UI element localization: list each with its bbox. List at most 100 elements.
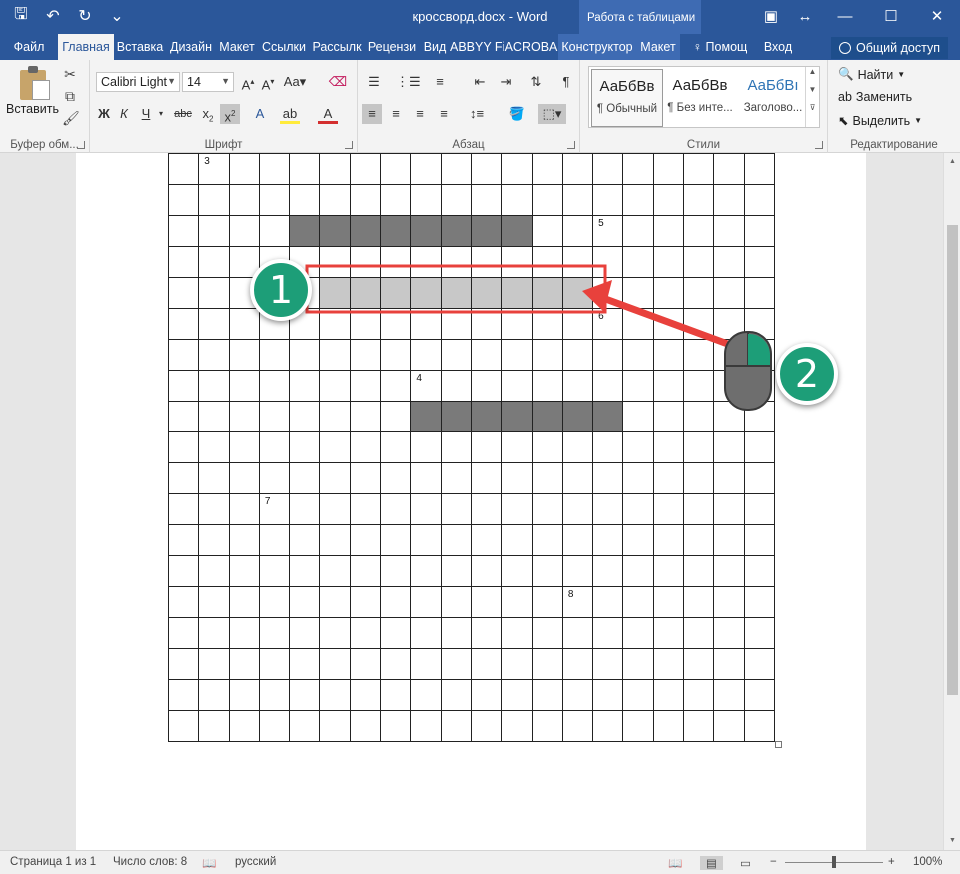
minimize-button[interactable]: —: [822, 0, 868, 32]
crossword-cell[interactable]: 6: [592, 307, 624, 340]
crossword-cell[interactable]: [713, 276, 745, 309]
crossword-cell[interactable]: [652, 214, 685, 247]
zoom-out-icon[interactable]: −: [770, 856, 777, 868]
crossword-cell[interactable]: [592, 338, 624, 371]
crossword-cell[interactable]: [501, 524, 533, 557]
tab-дизайн[interactable]: Дизайн: [166, 34, 216, 60]
crossword-cell[interactable]: [380, 245, 412, 278]
crossword-cell[interactable]: [501, 586, 533, 619]
crossword-cell[interactable]: [743, 276, 776, 309]
page-count[interactable]: Страница 1 из 1: [10, 856, 96, 868]
crossword-cell[interactable]: [289, 617, 321, 649]
style-heading[interactable]: АаБбВı Заголово...: [737, 69, 809, 127]
crossword-cell[interactable]: [531, 153, 563, 185]
crossword-cell[interactable]: [167, 183, 200, 216]
crossword-cell[interactable]: [713, 400, 745, 433]
crossword-cell[interactable]: [743, 586, 776, 619]
clipboard-launcher-icon[interactable]: [77, 141, 85, 149]
crossword-cell[interactable]: [440, 214, 472, 247]
crossword-cell[interactable]: [622, 183, 654, 216]
crossword-cell[interactable]: [258, 524, 291, 557]
scroll-up-icon[interactable]: ▲: [944, 155, 960, 169]
crossword-cell[interactable]: [319, 709, 351, 742]
format-painter-icon[interactable]: 🖌: [62, 110, 80, 126]
crossword-cell[interactable]: [289, 493, 321, 526]
crossword-cell[interactable]: [440, 400, 472, 433]
subscript-icon[interactable]: x2: [198, 104, 218, 124]
crossword-cell[interactable]: [167, 307, 200, 340]
crossword-cell[interactable]: [622, 524, 654, 557]
crossword-cell[interactable]: [319, 678, 351, 711]
crossword-cell[interactable]: [592, 678, 624, 711]
font-size-combo[interactable]: 14 ▼: [182, 72, 234, 92]
align-center-icon[interactable]: ≡: [386, 104, 406, 124]
crossword-cell[interactable]: [410, 524, 442, 557]
italic-icon[interactable]: К: [114, 104, 134, 124]
crossword-cell[interactable]: [198, 183, 230, 216]
tab-макет[interactable]: Макет: [636, 34, 680, 60]
crossword-cell[interactable]: [198, 493, 230, 526]
crossword-cell[interactable]: [561, 214, 594, 247]
crossword-cell[interactable]: [349, 369, 382, 402]
crossword-cell[interactable]: [470, 214, 503, 247]
crossword-cell[interactable]: [258, 586, 291, 619]
crossword-cell[interactable]: [561, 709, 594, 742]
crossword-cell[interactable]: [743, 555, 776, 588]
scrollbar-thumb[interactable]: [947, 225, 958, 695]
crossword-cell[interactable]: [198, 307, 230, 340]
crossword-cell[interactable]: [349, 245, 382, 278]
crossword-cell[interactable]: [410, 586, 442, 619]
crossword-cell[interactable]: [167, 431, 200, 464]
crossword-cell[interactable]: [349, 214, 382, 247]
crossword-cell[interactable]: [683, 462, 715, 495]
crossword-cell[interactable]: [470, 586, 503, 619]
crossword-cell[interactable]: [652, 524, 685, 557]
style-normal[interactable]: АаБбВв ¶ Обычный: [591, 69, 663, 127]
read-mode-icon[interactable]: 📖: [668, 856, 682, 870]
crossword-cell[interactable]: [228, 648, 260, 680]
crossword-cell[interactable]: [440, 678, 472, 711]
crossword-cell[interactable]: [622, 400, 654, 433]
tab-помощ[interactable]: ♀ Помощ: [680, 34, 760, 60]
crossword-cell[interactable]: [228, 678, 260, 711]
crossword-cell[interactable]: [319, 307, 351, 340]
crossword-cell[interactable]: [592, 586, 624, 619]
crossword-cell[interactable]: [561, 678, 594, 711]
crossword-cell[interactable]: [531, 245, 563, 278]
crossword-cell[interactable]: [440, 709, 472, 742]
crossword-cell[interactable]: [167, 153, 200, 185]
crossword-cell[interactable]: [592, 493, 624, 526]
crossword-cell[interactable]: [380, 431, 412, 464]
crossword-cell[interactable]: [561, 648, 594, 680]
crossword-cell[interactable]: [380, 462, 412, 495]
crossword-cell[interactable]: [470, 153, 503, 185]
crossword-cell[interactable]: [198, 245, 230, 278]
tab-главная[interactable]: Главная: [58, 34, 114, 60]
crossword-cell[interactable]: [167, 276, 200, 309]
crossword-cell[interactable]: [561, 245, 594, 278]
crossword-cell[interactable]: [713, 369, 745, 402]
crossword-cell[interactable]: [501, 648, 533, 680]
crossword-cell[interactable]: [258, 462, 291, 495]
crossword-cell[interactable]: [410, 462, 442, 495]
crossword-cell[interactable]: [501, 369, 533, 402]
crossword-cell[interactable]: [743, 462, 776, 495]
crossword-cell[interactable]: [410, 400, 442, 433]
crossword-cell[interactable]: [743, 431, 776, 464]
crossword-cell[interactable]: [561, 400, 594, 433]
crossword-cell[interactable]: [258, 400, 291, 433]
crossword-cell[interactable]: [440, 338, 472, 371]
replace-button[interactable]: ab Заменить: [838, 90, 912, 104]
crossword-cell[interactable]: [501, 462, 533, 495]
crossword-table[interactable]: 3 5 6 4 7 8: [167, 153, 776, 742]
crossword-cell[interactable]: [228, 709, 260, 742]
crossword-cell[interactable]: [713, 555, 745, 588]
crossword-cell[interactable]: 4: [410, 369, 442, 402]
crossword-cell[interactable]: [228, 183, 260, 216]
crossword-cell[interactable]: [470, 709, 503, 742]
crossword-cell[interactable]: [683, 678, 715, 711]
crossword-cell[interactable]: [683, 555, 715, 588]
paragraph-launcher-icon[interactable]: [567, 141, 575, 149]
crossword-cell[interactable]: [167, 555, 200, 588]
crossword-cell[interactable]: [380, 648, 412, 680]
